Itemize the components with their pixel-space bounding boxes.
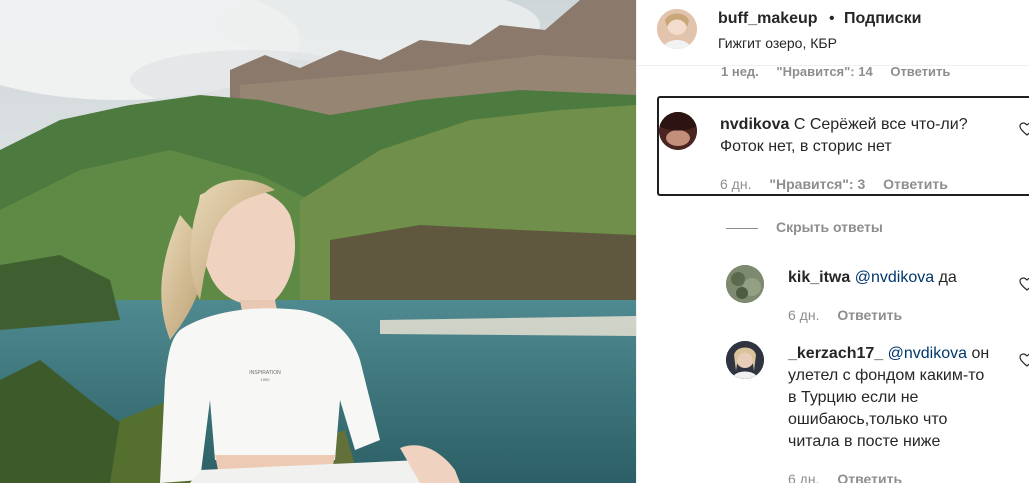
comment-time: 6 дн. (720, 176, 752, 192)
reply-avatar-image (726, 265, 764, 303)
comment-likes[interactable]: "Нравится": 3 (769, 176, 865, 192)
reply-reply-button[interactable]: Ответить (837, 471, 902, 483)
reply-text: kik_itwa @nvdikova да (788, 267, 1010, 289)
post-photo[interactable]: INSPIRATION 1990 (0, 0, 636, 483)
following-button[interactable]: Подписки (844, 10, 921, 28)
reply-username[interactable]: _kerzach17_ (788, 345, 883, 362)
reply-like-heart-icon[interactable] (1019, 277, 1029, 291)
reply-like-heart-icon[interactable] (1019, 353, 1029, 367)
reply-avatar-image (726, 341, 764, 379)
commenter-avatar[interactable] (659, 112, 697, 150)
reply-body-line4: ошибаюсь,только что (788, 411, 948, 428)
reply-mention[interactable]: @nvdikova (888, 345, 967, 362)
author-username[interactable]: buff_makeup (718, 10, 818, 28)
reply-mention[interactable]: @nvdikova (855, 269, 934, 286)
shirt-print-text: INSPIRATION (249, 370, 281, 376)
reply-body-line1: он (971, 345, 990, 362)
author-avatar[interactable] (657, 9, 697, 49)
comment-like-heart-icon[interactable] (1019, 122, 1029, 136)
reply-avatar[interactable] (726, 341, 764, 379)
previous-comment-likes[interactable]: "Нравится": 14 (776, 64, 872, 79)
shirt-print-number: 1990 (261, 377, 271, 382)
comment-reply-button[interactable]: Ответить (883, 176, 948, 192)
reply-avatar[interactable] (726, 265, 764, 303)
reply-reply-button[interactable]: Ответить (837, 307, 902, 323)
comment-body-line2: Фоток нет, в сторис нет (720, 138, 892, 155)
previous-comment-meta: 1 нед. "Нравится": 14 Ответить (721, 64, 964, 79)
comment-body-line1: С Серёжей все что-ли? (793, 116, 968, 133)
reply-body-line5: читала в посте ниже (788, 433, 941, 450)
reply-body-line1: да (938, 269, 957, 286)
post-location[interactable]: Гижгит озеро, КБР (718, 35, 837, 51)
comments-panel: 1 нед. "Нравится": 14 Ответить buff_make… (636, 0, 1029, 483)
comment-username[interactable]: nvdikova (720, 116, 789, 133)
previous-comment-time: 1 нед. (721, 64, 759, 79)
hide-replies-divider (726, 228, 758, 229)
comment-meta: 6 дн. "Нравится": 3 Ответить (720, 176, 962, 192)
commenter-avatar-image (659, 112, 697, 150)
reply-body-line2: улетел с фондом каким-то (788, 367, 985, 384)
header-separator: • (829, 10, 835, 27)
comment-text: nvdikova С Серёжей все что-ли? Фоток нет… (720, 114, 1010, 158)
author-avatar-image (657, 9, 697, 49)
reply-body-line3: в Турцию если не (788, 389, 919, 406)
reply-text: _kerzach17_ @nvdikova он улетел с фондом… (788, 343, 1010, 453)
hide-replies-button[interactable]: Скрыть ответы (776, 219, 883, 235)
reply-meta: 6 дн. Ответить (788, 307, 916, 323)
reply-time: 6 дн. (788, 471, 820, 483)
previous-comment-reply-button[interactable]: Ответить (890, 64, 950, 79)
post-header: buff_makeup • Подписки Гижгит озеро, КБР (637, 0, 1029, 66)
reply-time: 6 дн. (788, 307, 820, 323)
reply-meta: 6 дн. Ответить (788, 471, 916, 483)
post-photo-scene: INSPIRATION 1990 (0, 0, 636, 483)
reply-username[interactable]: kik_itwa (788, 269, 850, 286)
